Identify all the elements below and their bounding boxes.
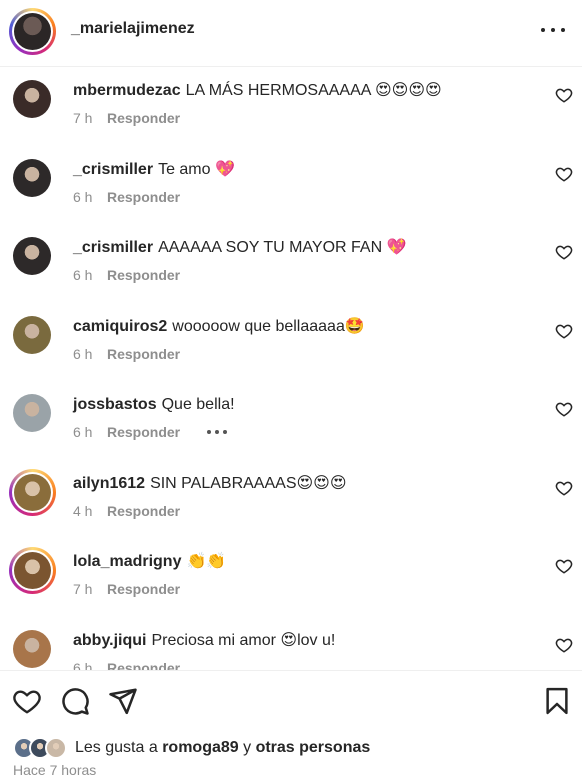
reply-button[interactable]: Responder: [107, 424, 180, 440]
reply-button[interactable]: Responder: [107, 189, 180, 205]
comment-like-heart-icon[interactable]: [555, 479, 573, 497]
comment-body: wooooow que bellaaaaa🤩: [172, 317, 365, 335]
comment-text: mbermudezac LA MÁS HERMOSAAAAA 😍😍😍😍: [73, 80, 442, 102]
comment-time: 7 h: [73, 581, 93, 597]
comment-icon[interactable]: [60, 686, 90, 716]
commenter-avatar[interactable]: [9, 547, 56, 594]
comment-meta: 6 h Responder: [73, 346, 180, 362]
comment-time: 4 h: [73, 502, 93, 519]
comment-text: jossbastos Que bella!: [73, 394, 235, 416]
comment-time: 6 h: [73, 267, 93, 283]
post-timestamp: Hace 7 horas: [13, 762, 97, 778]
comment-item: lola_madrigny 👏👏 7 h Responder: [0, 547, 582, 629]
commenter-avatar[interactable]: [9, 468, 56, 516]
comment-username[interactable]: lola_madrigny: [73, 553, 181, 570]
save-bookmark-icon[interactable]: [542, 686, 572, 716]
comment-time: 6 h: [73, 188, 93, 205]
comment-time: 6 h: [73, 659, 93, 671]
comment-item: abby.jiqui Preciosa mi amor 😍lov u! 6 h Res…: [0, 629, 582, 671]
reply-button[interactable]: Responder: [107, 110, 180, 126]
header-username[interactable]: _marielajimenez: [71, 20, 195, 38]
comment-like-heart-icon[interactable]: [555, 322, 573, 340]
comment-username[interactable]: jossbastos: [73, 396, 157, 413]
commenter-avatar[interactable]: [13, 315, 51, 354]
comment-item: mbermudezac LA MÁS HERMOSAAAAA 😍😍😍😍 7 h Res…: [0, 80, 582, 158]
comment-meta: 6 h Responder: [73, 424, 228, 440]
comment-item: _crismiller AAAAAA SOY TU MAYOR FAN 💖 6 h R…: [0, 237, 582, 315]
likes-text: Les gusta a romoga89 y otras personas: [75, 739, 371, 756]
comment-text: _crismiller Te amo 💖: [73, 159, 235, 181]
comment-item: ailyn1612 SIN PALABRAAAAS😍😍😍 4 h Responder: [0, 468, 582, 551]
post-footer: Les gusta a romoga89 y otras personas Ha…: [0, 670, 582, 784]
comment-meta: 4 h Responder: [73, 503, 180, 519]
comment-username[interactable]: mbermudezac: [73, 82, 181, 99]
comment-body: SIN PALABRAAAAS😍😍😍: [150, 474, 347, 492]
comment-text: abby.jiqui Preciosa mi amor 😍lov u!: [73, 630, 335, 652]
comment-like-heart-icon[interactable]: [555, 165, 573, 183]
comment-like-heart-icon[interactable]: [555, 243, 573, 261]
comment-body: Que bella!: [161, 396, 235, 413]
commenter-avatar[interactable]: [13, 237, 51, 275]
share-icon[interactable]: [108, 686, 138, 716]
comment-more-icon[interactable]: [207, 430, 228, 434]
comment-body: Preciosa mi amor 😍lov u!: [151, 631, 336, 649]
commenter-avatar[interactable]: [13, 394, 51, 432]
comment-username[interactable]: ailyn1612: [73, 475, 145, 492]
comment-like-heart-icon[interactable]: [555, 86, 573, 104]
comment-username[interactable]: abby.jiqui: [73, 632, 146, 649]
comment-text: camiquiros2 wooooow que bellaaaaa🤩: [73, 316, 365, 338]
comment-body: AAAAAA SOY TU MAYOR FAN 💖: [158, 239, 407, 256]
comment-body: Te amo 💖: [158, 160, 235, 178]
comment-text: ailyn1612 SIN PALABRAAAAS😍😍😍: [73, 473, 347, 495]
reply-button[interactable]: Responder: [107, 660, 180, 671]
comment-text: _crismiller AAAAAA SOY TU MAYOR FAN 💖: [73, 237, 407, 259]
comment-username[interactable]: _crismiller: [73, 239, 153, 256]
comments-list[interactable]: mbermudezac LA MÁS HERMOSAAAAA 😍😍😍😍 7 h Res…: [0, 67, 582, 670]
reply-button[interactable]: Responder: [107, 581, 180, 597]
comment-time: 6 h: [73, 424, 93, 440]
commenter-avatar[interactable]: [13, 158, 51, 197]
like-heart-icon[interactable]: [12, 686, 42, 716]
comment-item: camiquiros2 wooooow que bellaaaaa🤩 6 h Resp…: [0, 315, 582, 394]
commenter-avatar[interactable]: [13, 80, 51, 118]
commenter-avatar[interactable]: [13, 629, 51, 668]
reply-button[interactable]: Responder: [107, 346, 180, 362]
reply-button[interactable]: Responder: [107, 503, 180, 519]
comment-meta: 7 h Responder: [73, 581, 180, 597]
comment-time: 6 h: [73, 345, 93, 362]
profile-avatar[interactable]: [9, 8, 56, 55]
comment-body: 👏👏: [186, 553, 227, 570]
comment-meta: 6 h Responder: [73, 267, 180, 283]
liker-avatar[interactable]: [45, 737, 67, 759]
comment-meta: 6 h Responder: [73, 660, 180, 671]
likes-summary: Les gusta a romoga89 y otras personas: [13, 735, 370, 761]
comment-body: LA MÁS HERMOSAAAAA 😍😍😍😍: [185, 82, 442, 99]
comment-like-heart-icon[interactable]: [555, 557, 573, 575]
comment-item: _crismiller Te amo 💖 6 h Responder: [0, 158, 582, 237]
comment-like-heart-icon[interactable]: [555, 636, 573, 654]
reply-button[interactable]: Responder: [107, 267, 180, 283]
post-header: _marielajimenez: [0, 0, 582, 67]
comment-meta: 6 h Responder: [73, 189, 180, 205]
likes-user-link[interactable]: romoga89: [162, 739, 238, 756]
likes-others-link[interactable]: otras personas: [256, 739, 371, 756]
comment-text: lola_madrigny 👏👏: [73, 551, 226, 573]
comment-time: 7 h: [73, 110, 93, 126]
comment-like-heart-icon[interactable]: [555, 400, 573, 418]
comment-item: jossbastos Que bella! 6 h Responder: [0, 394, 582, 472]
more-options-icon[interactable]: [541, 22, 565, 38]
comment-username[interactable]: camiquiros2: [73, 318, 167, 335]
comment-username[interactable]: _crismiller: [73, 161, 153, 178]
comment-meta: 7 h Responder: [73, 110, 180, 126]
